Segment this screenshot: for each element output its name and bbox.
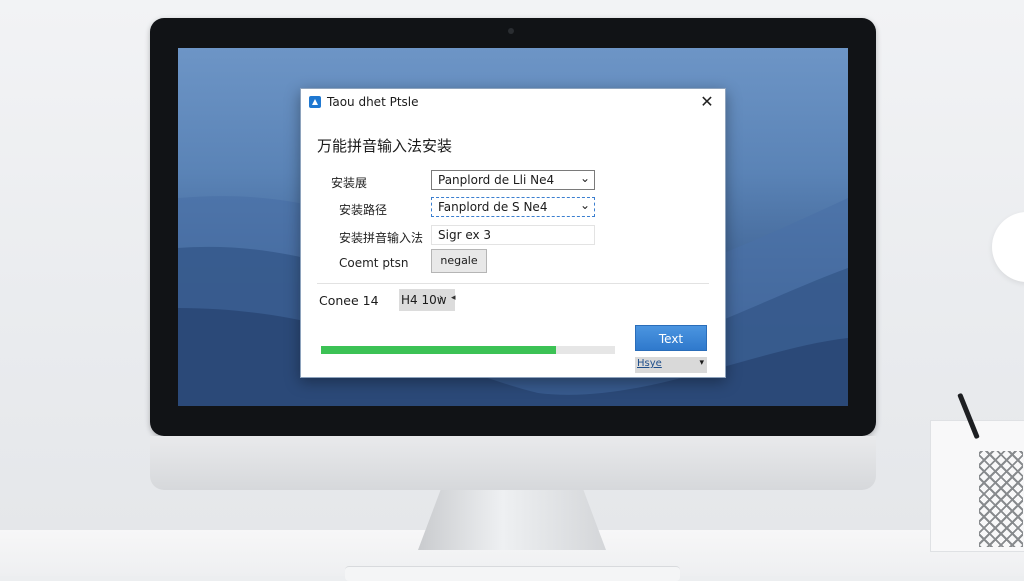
monitor-chin <box>150 436 876 490</box>
dialog-heading: 万能拼音输入法安装 <box>317 137 453 155</box>
spinner-arrows-icon: ◂ <box>451 293 456 303</box>
field-label-install-path: 安装路径 <box>339 203 388 217</box>
text-button[interactable]: Text <box>635 325 707 351</box>
field-label-install-type: 安装展 <box>331 176 368 190</box>
title-bar: Taou dhet Ptsle ✕ <box>301 89 725 115</box>
status-spinner[interactable]: H4 10w › ◂ <box>399 289 456 311</box>
chevron-down-icon: ▾ <box>699 358 704 368</box>
install-progress-bar <box>321 346 615 354</box>
keyboard <box>345 566 680 581</box>
progress-fill <box>321 346 557 354</box>
status-label: Conee 14 <box>319 293 379 308</box>
chevron-down-icon: ⌄ <box>579 198 590 212</box>
mini-select-value: Hsye <box>637 358 662 369</box>
install-path-select[interactable]: Fanplord de S Ne4 ⌄ <box>431 197 595 217</box>
component-button[interactable]: negale <box>431 249 487 273</box>
installer-icon <box>309 96 321 108</box>
window-title: Taou dhet Ptsle <box>327 95 419 109</box>
mini-select[interactable]: Hsye ▾ <box>635 357 707 373</box>
spinner-right-icon: › <box>439 293 443 303</box>
install-type-value: Panplord de Lli Ne4 <box>438 173 555 187</box>
input-method-value: Sigr ex 3 <box>438 228 492 242</box>
installer-dialog: Taou dhet Ptsle ✕ 万能拼音输入法安装 安装展 Panplord… <box>300 88 726 378</box>
install-type-select[interactable]: Panplord de Lli Ne4 ⌄ <box>431 170 595 190</box>
camera-icon <box>508 28 514 34</box>
field-label-component: Coemt ptsn <box>339 256 409 270</box>
chevron-down-icon: ⌄ <box>579 171 590 185</box>
divider <box>317 283 709 284</box>
field-label-input-method: 安装拼音输入法 <box>339 231 424 245</box>
close-icon[interactable]: ✕ <box>697 92 717 112</box>
pen-holder <box>930 420 1024 552</box>
input-method-field[interactable]: Sigr ex 3 <box>431 225 595 245</box>
monitor-stand <box>418 490 606 550</box>
install-path-value: Fanplord de S Ne4 <box>438 200 548 214</box>
